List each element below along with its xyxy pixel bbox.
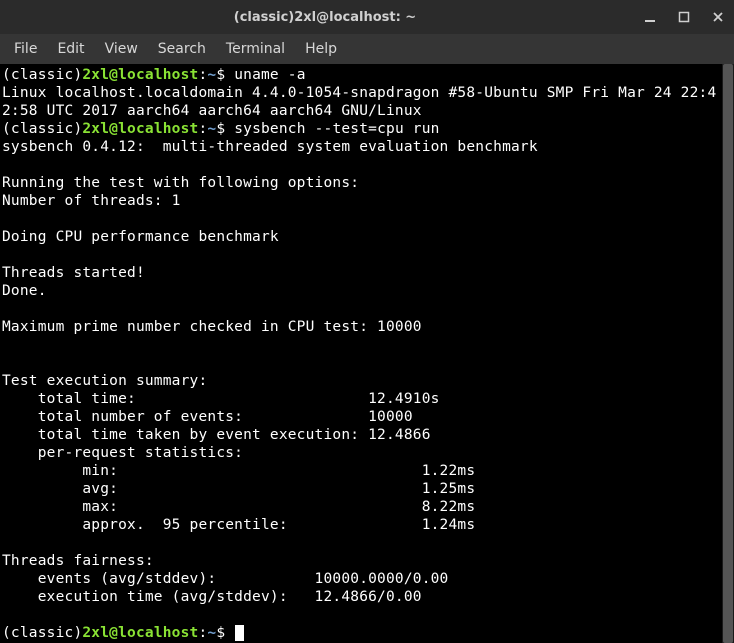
output-per-req-hdr: per-request statistics: <box>2 445 243 461</box>
maximize-button[interactable] <box>676 9 692 25</box>
menu-help[interactable]: Help <box>297 37 345 61</box>
prompt-user-host: 2xl@localhost <box>82 121 198 137</box>
output-total-time: total time: 12.4910s <box>2 391 440 407</box>
output-p95: approx. 95 percentile: 1.24ms <box>2 517 475 533</box>
output-avg: avg: 1.25ms <box>2 481 475 497</box>
output-started: Threads started! <box>2 265 145 281</box>
menu-file[interactable]: File <box>6 37 45 61</box>
prompt-path: ~ <box>207 625 216 641</box>
minimize-button[interactable] <box>642 9 658 25</box>
output-running: Running the test with following options: <box>2 175 359 191</box>
command-empty <box>225 625 234 641</box>
terminal-cursor <box>235 625 244 641</box>
output-uname: Linux localhost.localdomain 4.4.0-1054-s… <box>2 85 716 119</box>
scrollbar-track[interactable] <box>722 64 734 643</box>
prompt-classic: (classic) <box>2 625 82 641</box>
scrollbar-thumb[interactable] <box>723 64 733 643</box>
output-threads-num: Number of threads: 1 <box>2 193 181 209</box>
menu-view[interactable]: View <box>97 37 146 61</box>
command-sysbench: sysbench --test=cpu run <box>225 121 439 137</box>
window-titlebar: (classic)2xl@localhost: ~ <box>0 0 734 34</box>
window-controls <box>642 9 726 25</box>
output-exec-fair: execution time (avg/stddev): 12.4866/0.0… <box>2 589 422 605</box>
prompt-dollar: $ <box>216 625 225 641</box>
output-total-exec: total time taken by event execution: 12.… <box>2 427 431 443</box>
output-sysbench-header: sysbench 0.4.12: multi-threaded system e… <box>2 139 538 155</box>
close-icon <box>712 11 724 23</box>
prompt-user-host: 2xl@localhost <box>82 67 198 83</box>
prompt-classic: (classic) <box>2 121 82 137</box>
close-button[interactable] <box>710 9 726 25</box>
output-events-fair: events (avg/stddev): 10000.0000/0.00 <box>2 571 449 587</box>
window-title: (classic)2xl@localhost: ~ <box>8 10 642 25</box>
command-uname: uname -a <box>225 67 305 83</box>
prompt-path: ~ <box>207 121 216 137</box>
maximize-icon <box>678 11 690 23</box>
output-min: min: 1.22ms <box>2 463 475 479</box>
prompt-dollar: $ <box>216 67 225 83</box>
prompt-user-host: 2xl@localhost <box>82 625 198 641</box>
prompt-classic: (classic) <box>2 67 82 83</box>
output-done: Done. <box>2 283 47 299</box>
minimize-icon <box>644 11 656 23</box>
menu-edit[interactable]: Edit <box>49 37 92 61</box>
terminal-area[interactable]: (classic)2xl@localhost:~$ uname -a Linux… <box>0 64 734 643</box>
menu-terminal[interactable]: Terminal <box>218 37 293 61</box>
output-total-events: total number of events: 10000 <box>2 409 413 425</box>
menubar: File Edit View Search Terminal Help <box>0 34 734 64</box>
output-maxprime: Maximum prime number checked in CPU test… <box>2 319 422 335</box>
output-max: max: 8.22ms <box>2 499 475 515</box>
output-fairness-hdr: Threads fairness: <box>2 553 154 569</box>
prompt-dollar: $ <box>216 121 225 137</box>
output-summary-hdr: Test execution summary: <box>2 373 207 389</box>
prompt-path: ~ <box>207 67 216 83</box>
output-doing: Doing CPU performance benchmark <box>2 229 279 245</box>
menu-search[interactable]: Search <box>150 37 214 61</box>
